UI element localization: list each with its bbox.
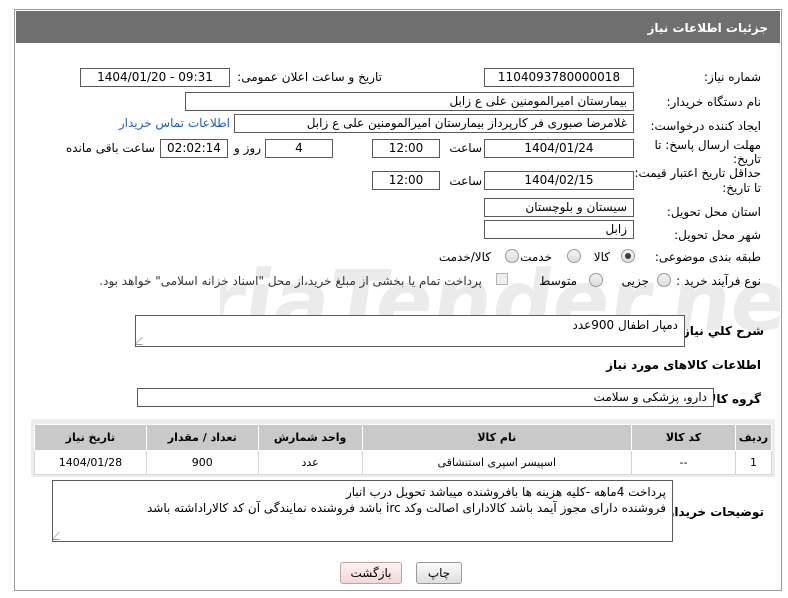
description-field[interactable]: دمپار اطفال 900عدد (135, 315, 685, 347)
cell-unit: عدد (257, 450, 363, 475)
category-radio-goods[interactable] (621, 249, 635, 263)
remaining-days-field[interactable]: 4 (265, 139, 333, 158)
process-radio-partial[interactable] (657, 273, 671, 287)
process-option-medium: متوسط (539, 274, 577, 288)
category-radio-service[interactable] (567, 249, 581, 263)
items-table: ردیف کد کالا نام کالا واحد شمارش تعداد /… (34, 424, 773, 475)
requester-label: ایجاد کننده درخواست: (650, 119, 761, 133)
price-validity-time-label: ساعت (449, 174, 482, 188)
buyer-org-field[interactable]: بیمارستان امیرالمومنین علی ع زابل (185, 92, 634, 111)
announce-datetime-label: تاریخ و ساعت اعلان عمومی: (237, 70, 382, 84)
remaining-time-label: ساعت باقی مانده (65, 141, 155, 155)
goods-group-field[interactable]: دارو، پزشکی و سلامت (137, 388, 714, 407)
reply-deadline-label: مهلت ارسال پاسخ: تا (654, 138, 761, 152)
price-validity-label: حداقل تاریخ اعتبار قیمت: (634, 166, 761, 180)
city-label: شهر محل تحویل: (674, 228, 761, 242)
reply-deadline-date-field[interactable]: 1404/01/24 (484, 139, 634, 158)
category-option-goods-service: کالا/خدمت (438, 250, 491, 264)
remaining-days-label: روز و (234, 141, 261, 155)
description-label: شرح کلي نياز: (678, 324, 764, 338)
col-header-name: نام کالا (361, 424, 633, 451)
cell-date: 1404/01/28 (34, 450, 147, 475)
province-label: استان محل تحویل: (666, 205, 761, 219)
treasury-payment-note: پرداخت تمام یا بخشی از مبلغ خرید،از محل … (99, 274, 482, 288)
col-header-code: کد کالا (631, 424, 736, 451)
category-radio-goods-service[interactable] (505, 249, 519, 263)
price-validity-label-date: تا تاریخ: (722, 181, 761, 195)
description-text: دمپار اطفال 900عدد (572, 318, 678, 332)
table-row[interactable]: 1 -- اسپیسر اسپری استنشاقی عدد 900 1404/… (34, 450, 773, 475)
print-button[interactable]: چاپ (416, 562, 462, 584)
treasury-payment-checkbox[interactable] (496, 273, 508, 285)
resize-handle-icon[interactable] (136, 337, 150, 345)
reply-deadline-label-date: تاریخ: (733, 152, 761, 166)
col-header-date: تاریخ نیاز (34, 424, 147, 451)
process-type-label: نوع فرآیند خرید : (676, 274, 761, 288)
announce-datetime-field[interactable]: 1404/01/20 - 09:31 (80, 68, 230, 87)
items-section-title: اطلاعات کالاهای مورد نیاز (606, 358, 761, 372)
col-header-unit: واحد شمارش (257, 424, 363, 451)
buyer-notes-line2: فروشنده دارای مجوز آیمد باشد کالادارای ا… (146, 501, 666, 515)
process-radio-medium[interactable] (589, 273, 603, 287)
col-header-row: ردیف (734, 424, 773, 451)
price-validity-time-field[interactable]: 12:00 (372, 171, 440, 190)
col-header-quantity: تعداد / مقدار (145, 424, 259, 451)
category-option-goods: کالا (593, 250, 610, 264)
cell-code: -- (631, 450, 736, 475)
remaining-time-field[interactable]: 02:02:14 (160, 139, 228, 158)
buyer-org-label: نام دستگاه خریدار: (666, 95, 762, 109)
province-field[interactable]: سیستان و بلوچستان (484, 198, 634, 217)
buyer-notes-line1: پرداخت 4ماهه -کلیه هزینه ها بافروشنده می… (345, 485, 666, 499)
city-field[interactable]: زابل (484, 220, 634, 239)
reply-deadline-time-field[interactable]: 12:00 (372, 139, 440, 158)
cell-row-number: 1 (734, 450, 773, 475)
category-option-service: خدمت (520, 250, 552, 264)
page-title: جزئیات اطلاعات نیاز (16, 11, 780, 43)
cell-name: اسپیسر اسپری استنشاقی (361, 450, 633, 475)
category-label: طبقه بندی موضوعی: (654, 250, 761, 264)
back-button[interactable]: بازگشت (340, 562, 402, 584)
need-number-field[interactable]: 1104093780000018 (484, 68, 634, 87)
buyer-contact-link[interactable]: اطلاعات تماس خریدار (119, 116, 230, 130)
cell-quantity: 900 (145, 450, 259, 475)
process-option-partial: جزیی (621, 274, 649, 288)
need-number-label: شماره نیاز: (704, 70, 761, 84)
reply-deadline-time-label: ساعت (449, 141, 482, 155)
requester-field[interactable]: غلامرضا صبوری فر کارپرداز بیمارستان امیر… (234, 114, 634, 133)
resize-handle-icon[interactable] (53, 532, 67, 540)
buyer-notes-label: توضیحات خریدار: (662, 505, 764, 519)
buyer-notes-field[interactable]: پرداخت 4ماهه -کلیه هزینه ها بافروشنده می… (52, 480, 673, 542)
price-validity-date-field[interactable]: 1404/02/15 (484, 171, 634, 190)
